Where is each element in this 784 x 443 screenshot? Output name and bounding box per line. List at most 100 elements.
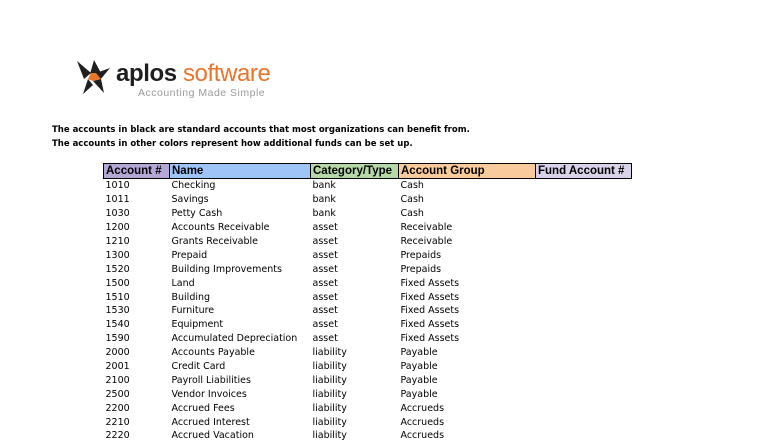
cell-fund-account-number: [536, 276, 632, 290]
header-account-group: Account Group: [398, 163, 536, 179]
cell-account-group: Accrueds: [400, 416, 445, 428]
logo-tagline: Accounting Made Simple: [138, 87, 266, 99]
cell-account-number: 1500: [105, 277, 130, 289]
cell-account-group: Fixed Assets: [400, 305, 460, 317]
cell-fund-account-number: [536, 248, 632, 262]
cell-name: Building Improvements: [171, 263, 282, 275]
cell-account-group: Payable: [400, 347, 438, 359]
cell-fund-account-number: [536, 318, 632, 332]
cell-account-number: 2210: [105, 416, 130, 428]
cell-fund-account-number: [536, 304, 632, 318]
table-row: 1590 Accumulated Depreciation asset Fixed A…: [104, 332, 632, 346]
cell-fund-account-number: [536, 387, 632, 401]
cell-category-type: liability: [312, 388, 347, 400]
cell-name: Accrued Fees: [171, 402, 235, 414]
table-row: 1010 Checking bank Cash: [104, 179, 632, 193]
table-row: 1200 Accounts Receivable asset Receivable: [104, 221, 632, 235]
cell-account-number: 1010: [105, 180, 130, 192]
cell-account-group: Receivable: [400, 222, 453, 234]
cell-account-number: 1200: [105, 222, 130, 234]
cell-fund-account-number: [536, 179, 632, 193]
cell-account-number: 1510: [105, 291, 130, 303]
cell-category-type: asset: [312, 277, 338, 289]
cell-account-group: Prepaids: [400, 249, 442, 261]
table-row: 1030 Petty Cash bank Cash: [104, 207, 632, 221]
cell-category-type: bank: [312, 194, 336, 206]
cell-fund-account-number: [536, 373, 632, 387]
cell-account-group: Cash: [400, 208, 424, 220]
intro-line-2: The accounts in other colors represent h…: [52, 139, 413, 149]
table-row: 2200 Accrued Fees liability Accrueds: [104, 401, 632, 415]
cell-account-group: Payable: [400, 388, 438, 400]
cell-account-group: Cash: [400, 194, 424, 206]
cell-category-type: asset: [312, 333, 338, 345]
cell-name: Prepaid: [171, 249, 208, 261]
cell-fund-account-number: [536, 262, 632, 276]
cell-category-type: asset: [312, 319, 338, 331]
cell-name: Payroll Liabilities: [171, 374, 251, 386]
cell-category-type: asset: [312, 249, 338, 261]
cell-account-group: Payable: [400, 374, 438, 386]
cell-account-number: 1520: [105, 263, 130, 275]
table-row: 2100 Payroll Liabilities liability Payable: [104, 373, 632, 387]
cell-fund-account-number: [536, 221, 632, 235]
cell-name: Accrued Interest: [171, 416, 250, 428]
cell-account-number: 1540: [105, 319, 130, 331]
table-row: 1540 Equipment asset Fixed Assets: [104, 318, 632, 332]
cell-fund-account-number: [536, 207, 632, 221]
cell-fund-account-number: [536, 235, 632, 249]
cell-category-type: asset: [312, 222, 338, 234]
cell-name: Accounts Receivable: [171, 222, 270, 234]
cell-category-type: asset: [312, 236, 338, 247]
cell-fund-account-number: [536, 290, 632, 304]
header-row: Account # Name Category/Type Account Gro…: [103, 163, 632, 179]
cell-fund-account-number: [536, 401, 632, 415]
cell-name: Equipment: [171, 319, 224, 331]
intro-line-1: The accounts in black are standard accou…: [52, 125, 470, 135]
table-row: 2001 Credit Card liability Payable: [104, 360, 632, 374]
header-category-type: Category/Type: [310, 163, 399, 179]
table-body: 1010 Checking bank Cash 1011 Savings bank Cash 1…: [104, 179, 632, 443]
header-name: Name: [169, 163, 311, 179]
cell-account-group: Payable: [400, 361, 438, 373]
cell-name: Savings: [171, 194, 209, 206]
cell-name: Furniture: [171, 305, 215, 317]
cell-fund-account-number: [536, 415, 632, 429]
logo-wordmark: aplos software: [116, 60, 271, 88]
cell-account-number: 1210: [105, 236, 130, 247]
cell-account-group: Fixed Assets: [400, 277, 460, 289]
accounts-table: Account # Name Category/Type Account Gro…: [103, 163, 632, 443]
cell-name: Petty Cash: [171, 208, 223, 220]
cell-account-group: Fixed Assets: [400, 319, 460, 331]
cell-category-type: liability: [312, 361, 347, 373]
intro-text: The accounts in black are standard accou…: [52, 123, 470, 151]
cell-account-group: Receivable: [400, 236, 453, 247]
cell-fund-account-number: [536, 332, 632, 346]
cell-name: Checking: [171, 180, 216, 192]
cell-fund-account-number: [536, 360, 632, 374]
cell-account-number: 1011: [105, 194, 130, 206]
cell-category-type: liability: [312, 416, 347, 428]
cell-fund-account-number: [536, 346, 632, 360]
cell-account-number: 2100: [105, 374, 130, 386]
logo-word-aplos: aplos: [116, 60, 177, 87]
table-row: 1510 Building asset Fixed Assets: [104, 290, 632, 304]
table-row: 2000 Accounts Payable liability Payable: [104, 346, 632, 360]
table-row: 2210 Accrued Interest liability Accrueds: [104, 415, 632, 429]
cell-account-group: Accrueds: [400, 402, 445, 414]
table-row: 1210 Grants Receivable asset Receivable: [104, 235, 632, 249]
cell-name: Credit Card: [171, 361, 226, 373]
cell-account-number: 1530: [105, 305, 130, 317]
header-fund-account-number: Fund Account #: [535, 163, 632, 179]
cell-category-type: asset: [312, 263, 338, 275]
cell-name: Accounts Payable: [171, 347, 255, 359]
cell-name: Building: [171, 291, 211, 303]
cell-account-number: 1300: [105, 249, 130, 261]
table-row: 1011 Savings bank Cash: [104, 193, 632, 207]
logo-word-software: software: [176, 60, 271, 87]
cell-account-number: 2000: [105, 347, 130, 359]
cell-account-number: 1590: [105, 333, 130, 345]
cell-account-group: Prepaids: [400, 263, 442, 275]
cell-category-type: asset: [312, 305, 338, 317]
cell-name: Land: [171, 277, 195, 289]
